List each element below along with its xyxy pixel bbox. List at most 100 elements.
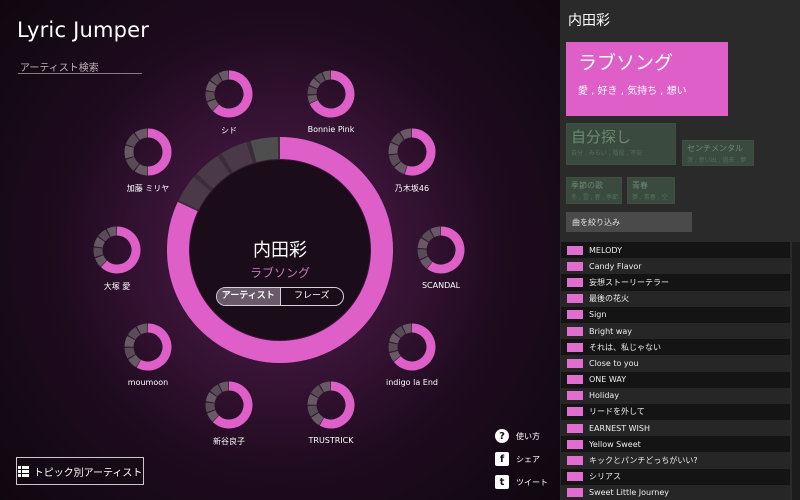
song-title: EARNEST WISH [589, 423, 650, 433]
song-title: 最後の花火 [589, 294, 629, 304]
song-color-swatch [567, 261, 583, 271]
song-color-swatch [567, 358, 583, 368]
facebook-icon: f [495, 452, 509, 466]
song-row[interactable]: EARNEST WISH [561, 420, 790, 437]
artist-label[interactable]: 大塚 愛 [104, 281, 131, 292]
artist-label[interactable]: moumoon [128, 378, 168, 387]
artist-donut[interactable] [124, 323, 172, 371]
song-title: シリアス [589, 472, 621, 482]
song-color-swatch [567, 277, 583, 287]
topic-tile-season[interactable]: 季節の歌 冬 , 雪 , 春 , 季節 [566, 177, 622, 204]
song-color-swatch [567, 310, 583, 320]
share-link[interactable]: f シェア [495, 452, 540, 466]
song-row[interactable]: キックとパンチどっちがいい? [561, 452, 790, 469]
song-row[interactable]: それは、私じゃない [561, 339, 790, 356]
topic-keywords: 自分 , みらい , 階段 , 不安 [571, 150, 643, 157]
mode-phrase-button[interactable]: フレーズ [279, 288, 344, 305]
panel-artist-name: 内田彩 [568, 13, 610, 29]
share-label: シェア [516, 454, 540, 464]
song-list-scrollbar[interactable] [792, 242, 800, 500]
song-title: キックとパンチどっちがいい? [589, 456, 698, 466]
song-color-swatch [567, 456, 583, 466]
song-color-swatch [567, 488, 583, 498]
topic-keywords: 夢 , 青春 , 空 [632, 194, 668, 201]
song-color-swatch [567, 407, 583, 417]
song-row[interactable]: 妄想ストーリーテラー [561, 274, 790, 291]
topic-tile-self-search[interactable]: 自分探し 自分 , みらい , 階段 , 不安 [566, 123, 676, 165]
song-row[interactable]: 最後の花火 [561, 290, 790, 307]
song-color-swatch [567, 245, 583, 255]
artist-donut[interactable] [307, 381, 355, 429]
song-color-swatch [567, 294, 583, 304]
song-color-swatch [567, 439, 583, 449]
artist-label[interactable]: SCANDAL [422, 281, 460, 290]
artist-label[interactable]: シド [221, 125, 237, 136]
main-ring-topic-segment[interactable] [196, 155, 230, 189]
song-row[interactable]: MELODY [561, 242, 790, 259]
song-row[interactable]: ONE WAY [561, 371, 790, 388]
artist-label[interactable]: 乃木坂46 [395, 183, 429, 194]
artist-label[interactable]: indigo la End [386, 378, 438, 387]
main-ring-topic-segment[interactable] [250, 137, 279, 163]
topic-main-keywords: 愛 , 好き , 気持ち , 想い [578, 86, 687, 97]
song-row[interactable]: Sweet Little Journey [561, 484, 790, 500]
song-row[interactable]: Holiday [561, 387, 790, 404]
topic-keywords: 冬 , 雪 , 春 , 季節 [571, 194, 619, 201]
topic-tile-sentimental[interactable]: センチメンタル 涙 , 思い出 , 過去 , 夢 [682, 140, 754, 166]
list-grid-icon [17, 465, 29, 477]
song-title: Close to you [589, 358, 639, 368]
artist-label[interactable]: Bonnie Pink [308, 125, 355, 134]
song-row[interactable]: Close to you [561, 355, 790, 372]
main-ring-topic-segment[interactable] [221, 142, 254, 173]
topic-main-title: ラブソング [578, 52, 674, 74]
song-color-swatch [567, 326, 583, 336]
artist-label[interactable]: 新谷良子 [213, 436, 245, 447]
song-title: リードを外して [589, 407, 645, 417]
song-title: Candy Flavor [589, 261, 642, 271]
artist-donut[interactable] [417, 226, 465, 274]
song-row[interactable]: シリアス [561, 468, 790, 485]
artist-donut[interactable] [205, 381, 253, 429]
topic-tile-love-song[interactable]: ラブソング 愛 , 好き , 気持ち , 想い [566, 42, 728, 116]
twitter-icon: t [495, 475, 509, 489]
song-color-swatch [567, 391, 583, 401]
song-title: ONE WAY [589, 375, 627, 385]
song-row[interactable]: Sign [561, 306, 790, 323]
song-list: MELODY Candy Flavor 妄想ストーリーテラー 最後の花火 Sign Bri… [561, 242, 790, 500]
song-row[interactable]: Yellow Sweet [561, 436, 790, 453]
mode-artist-button[interactable]: アーティスト [217, 288, 280, 305]
topic-title: 青春 [632, 181, 648, 190]
topic-title: センチメンタル [687, 144, 743, 153]
song-filter-input[interactable] [566, 212, 692, 232]
song-row[interactable]: リードを外して [561, 403, 790, 421]
song-title: Holiday [589, 391, 620, 401]
topic-artists-label: トピック別アーティスト [33, 467, 143, 479]
song-color-swatch [567, 423, 583, 433]
song-title: それは、私じゃない [589, 342, 661, 352]
artist-donut[interactable] [124, 128, 172, 176]
artist-donut[interactable] [388, 128, 436, 176]
artist-label[interactable]: TRUSTRICK [308, 436, 353, 445]
song-title: Sign [589, 310, 607, 320]
song-title: Yellow Sweet [589, 439, 641, 449]
song-title: 妄想ストーリーテラー [589, 277, 669, 287]
mode-toggle: アーティスト フレーズ [216, 287, 344, 306]
visualization-stage: Lyric Jumper 内田彩 ラブソング アーティスト フレーズ シドBon… [0, 0, 560, 500]
song-title: Bright way [589, 326, 633, 336]
song-color-swatch [567, 342, 583, 352]
topic-title: 自分探し [571, 128, 632, 146]
tweet-link[interactable]: t ツイート [495, 475, 548, 489]
artist-donut[interactable] [307, 70, 355, 118]
tweet-label: ツイート [516, 477, 548, 487]
artist-label[interactable]: 加藤 ミリヤ [127, 183, 170, 194]
help-icon: ? [495, 429, 509, 443]
topic-artists-button[interactable]: トピック別アーティスト [16, 457, 144, 485]
help-link[interactable]: ? 使い方 [495, 429, 540, 443]
song-row[interactable]: Candy Flavor [561, 258, 790, 275]
topic-tile-youth[interactable]: 青春 夢 , 青春 , 空 [627, 177, 675, 204]
main-ring-topic-segment[interactable] [178, 176, 211, 210]
song-row[interactable]: Bright way [561, 322, 790, 340]
artist-donut[interactable] [205, 70, 253, 118]
artist-donut[interactable] [93, 226, 141, 274]
artist-donut[interactable] [388, 323, 436, 371]
